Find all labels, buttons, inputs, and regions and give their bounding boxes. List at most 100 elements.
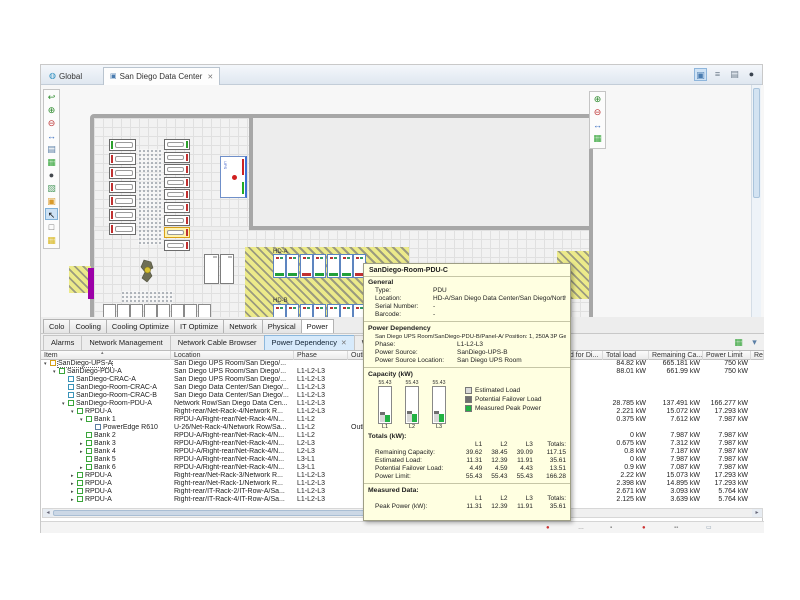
hd-rack[interactable] [273,254,286,278]
rack[interactable] [109,181,136,193]
rack[interactable] [109,209,136,221]
close-tab-icon[interactable]: ✕ [339,340,347,347]
rack[interactable] [103,304,116,317]
browser-tab-network-cable-browser[interactable]: Network Cable Browser [170,335,265,350]
fit-view-icon[interactable]: ↔ [45,130,58,142]
view-tab-it-optimize[interactable]: IT Optimize [174,319,224,333]
rack[interactable] [130,304,143,317]
value-cell: 4.59 [482,465,507,473]
browser-tab-network-management[interactable]: Network Management [81,335,170,350]
rack[interactable] [109,153,136,165]
rack[interactable] [109,139,136,151]
view-tab-power[interactable]: Power [301,319,334,333]
rack[interactable] [164,215,190,226]
column-header-phase[interactable]: Phase [294,351,348,360]
crac-unit-pair[interactable] [204,254,234,284]
hd-rack[interactable] [286,304,299,317]
tree-item-cell: SanDiego-Room-CRAC-B [41,392,171,400]
hd-rack[interactable] [340,304,353,317]
rack[interactable] [164,240,190,251]
phase-cell: L1-L2-L3 [294,472,348,480]
rack[interactable] [109,167,136,179]
rack[interactable] [109,195,136,207]
rack[interactable] [198,304,211,317]
globe-dark-icon[interactable]: ● [745,68,758,81]
column-header-re[interactable]: Re... [751,351,764,360]
select-cursor-icon[interactable]: ↖ [45,208,58,220]
column-header-location[interactable]: Location [171,351,294,360]
ellipsis-icon[interactable]: … [578,524,584,532]
marquee-icon[interactable]: □ [45,221,58,233]
rack[interactable] [184,304,197,317]
zoom-out-icon[interactable]: ⊖ [591,106,604,118]
legend-entry: Estimated Load [465,386,542,395]
layers-icon[interactable]: ▤ [45,143,58,155]
fit-view-icon[interactable]: ↔ [591,119,604,131]
rack-selected[interactable] [164,227,190,238]
rack[interactable] [171,304,184,317]
hd-rack[interactable] [286,254,299,278]
column-header-total[interactable]: Total load [603,351,649,360]
rack[interactable] [144,304,157,317]
rack[interactable] [164,152,190,163]
hd-rack[interactable] [327,254,340,278]
hd-rack[interactable] [313,304,326,317]
hd-rack[interactable] [327,304,340,317]
column-header-item[interactable]: Item [41,351,171,360]
sphere-icon[interactable]: ● [45,169,58,181]
rack[interactable] [109,223,136,235]
table-icon[interactable]: ▦ [45,234,58,246]
restore-pane-icon[interactable]: ▣ [694,68,707,81]
browser-tab-power-dependency[interactable]: Power Dependency ✕ [264,335,355,350]
minimize-pane-icon[interactable]: ▾ [748,336,761,349]
view-tab-physical[interactable]: Physical [262,319,302,333]
heap-indicator-icon[interactable]: ▭ [706,524,712,532]
hd-rack[interactable] [273,304,286,317]
export-image-icon[interactable]: ▧ [45,182,58,194]
canvas-vertical-scrollbar[interactable] [751,85,761,317]
hd-rack[interactable] [300,304,313,317]
scroll-right-icon[interactable]: ▸ [752,509,762,517]
hd-rack[interactable] [300,254,313,278]
zoom-out-icon[interactable]: ⊖ [45,117,58,129]
rack-body [115,198,133,204]
view-tab-cooling[interactable]: Cooling [69,319,106,333]
rack[interactable] [157,304,170,317]
canvas-right-toolbar: ⊕⊖↔▦ [589,91,606,149]
alert-indicator-icon[interactable]: ● [642,524,646,532]
scroll-left-icon[interactable]: ◂ [43,509,53,517]
column-header-limit[interactable]: Power Limit [703,351,751,360]
grid-icon[interactable]: ▦ [45,156,58,168]
progress-indicator-icon[interactable]: ▪▪ [674,524,678,532]
view-tab-cooling-optimize[interactable]: Cooling Optimize [106,319,175,333]
zoom-in-icon[interactable]: ⊕ [45,104,58,116]
grid-view-icon[interactable]: ▦ [591,132,604,144]
error-indicator-icon[interactable]: ● [546,524,550,532]
column-header-remaining[interactable]: Remaining Ca... [649,351,703,360]
zoom-in-icon[interactable]: ⊕ [591,93,604,105]
table-view-icon[interactable]: ▦ [732,336,745,349]
rack[interactable] [164,202,190,213]
close-tab-icon[interactable]: ✕ [207,73,213,81]
layout-icon[interactable]: ▤ [728,68,741,81]
view-tab-network[interactable]: Network [223,319,263,333]
list-view-icon[interactable]: ≡ [711,68,724,81]
rack[interactable] [164,139,190,150]
task-indicator-icon[interactable]: ▪ [610,524,612,532]
total-cell [603,384,649,392]
pan-icon[interactable]: ↩ [45,91,58,103]
hd-rack[interactable] [340,254,353,278]
rack[interactable] [164,189,190,200]
hd-rack[interactable] [313,254,326,278]
browser-tab-alarms[interactable]: Alarms [43,335,82,350]
ups-unit[interactable]: UPS [220,156,247,198]
rack[interactable] [164,164,190,175]
rack[interactable] [164,177,190,188]
tab-san-diego-data-center[interactable]: ▣ San Diego Data Center ✕ [103,67,220,85]
view-tab-colo[interactable]: Colo [43,319,70,333]
tab-global[interactable]: ◍ Global [43,67,88,85]
lock-icon[interactable]: ▣ [45,195,58,207]
location-cell: RPDU-A/Right-rear/Net-Rack-4/N... [171,456,294,464]
rack[interactable] [117,304,130,317]
total-cell [603,392,649,400]
